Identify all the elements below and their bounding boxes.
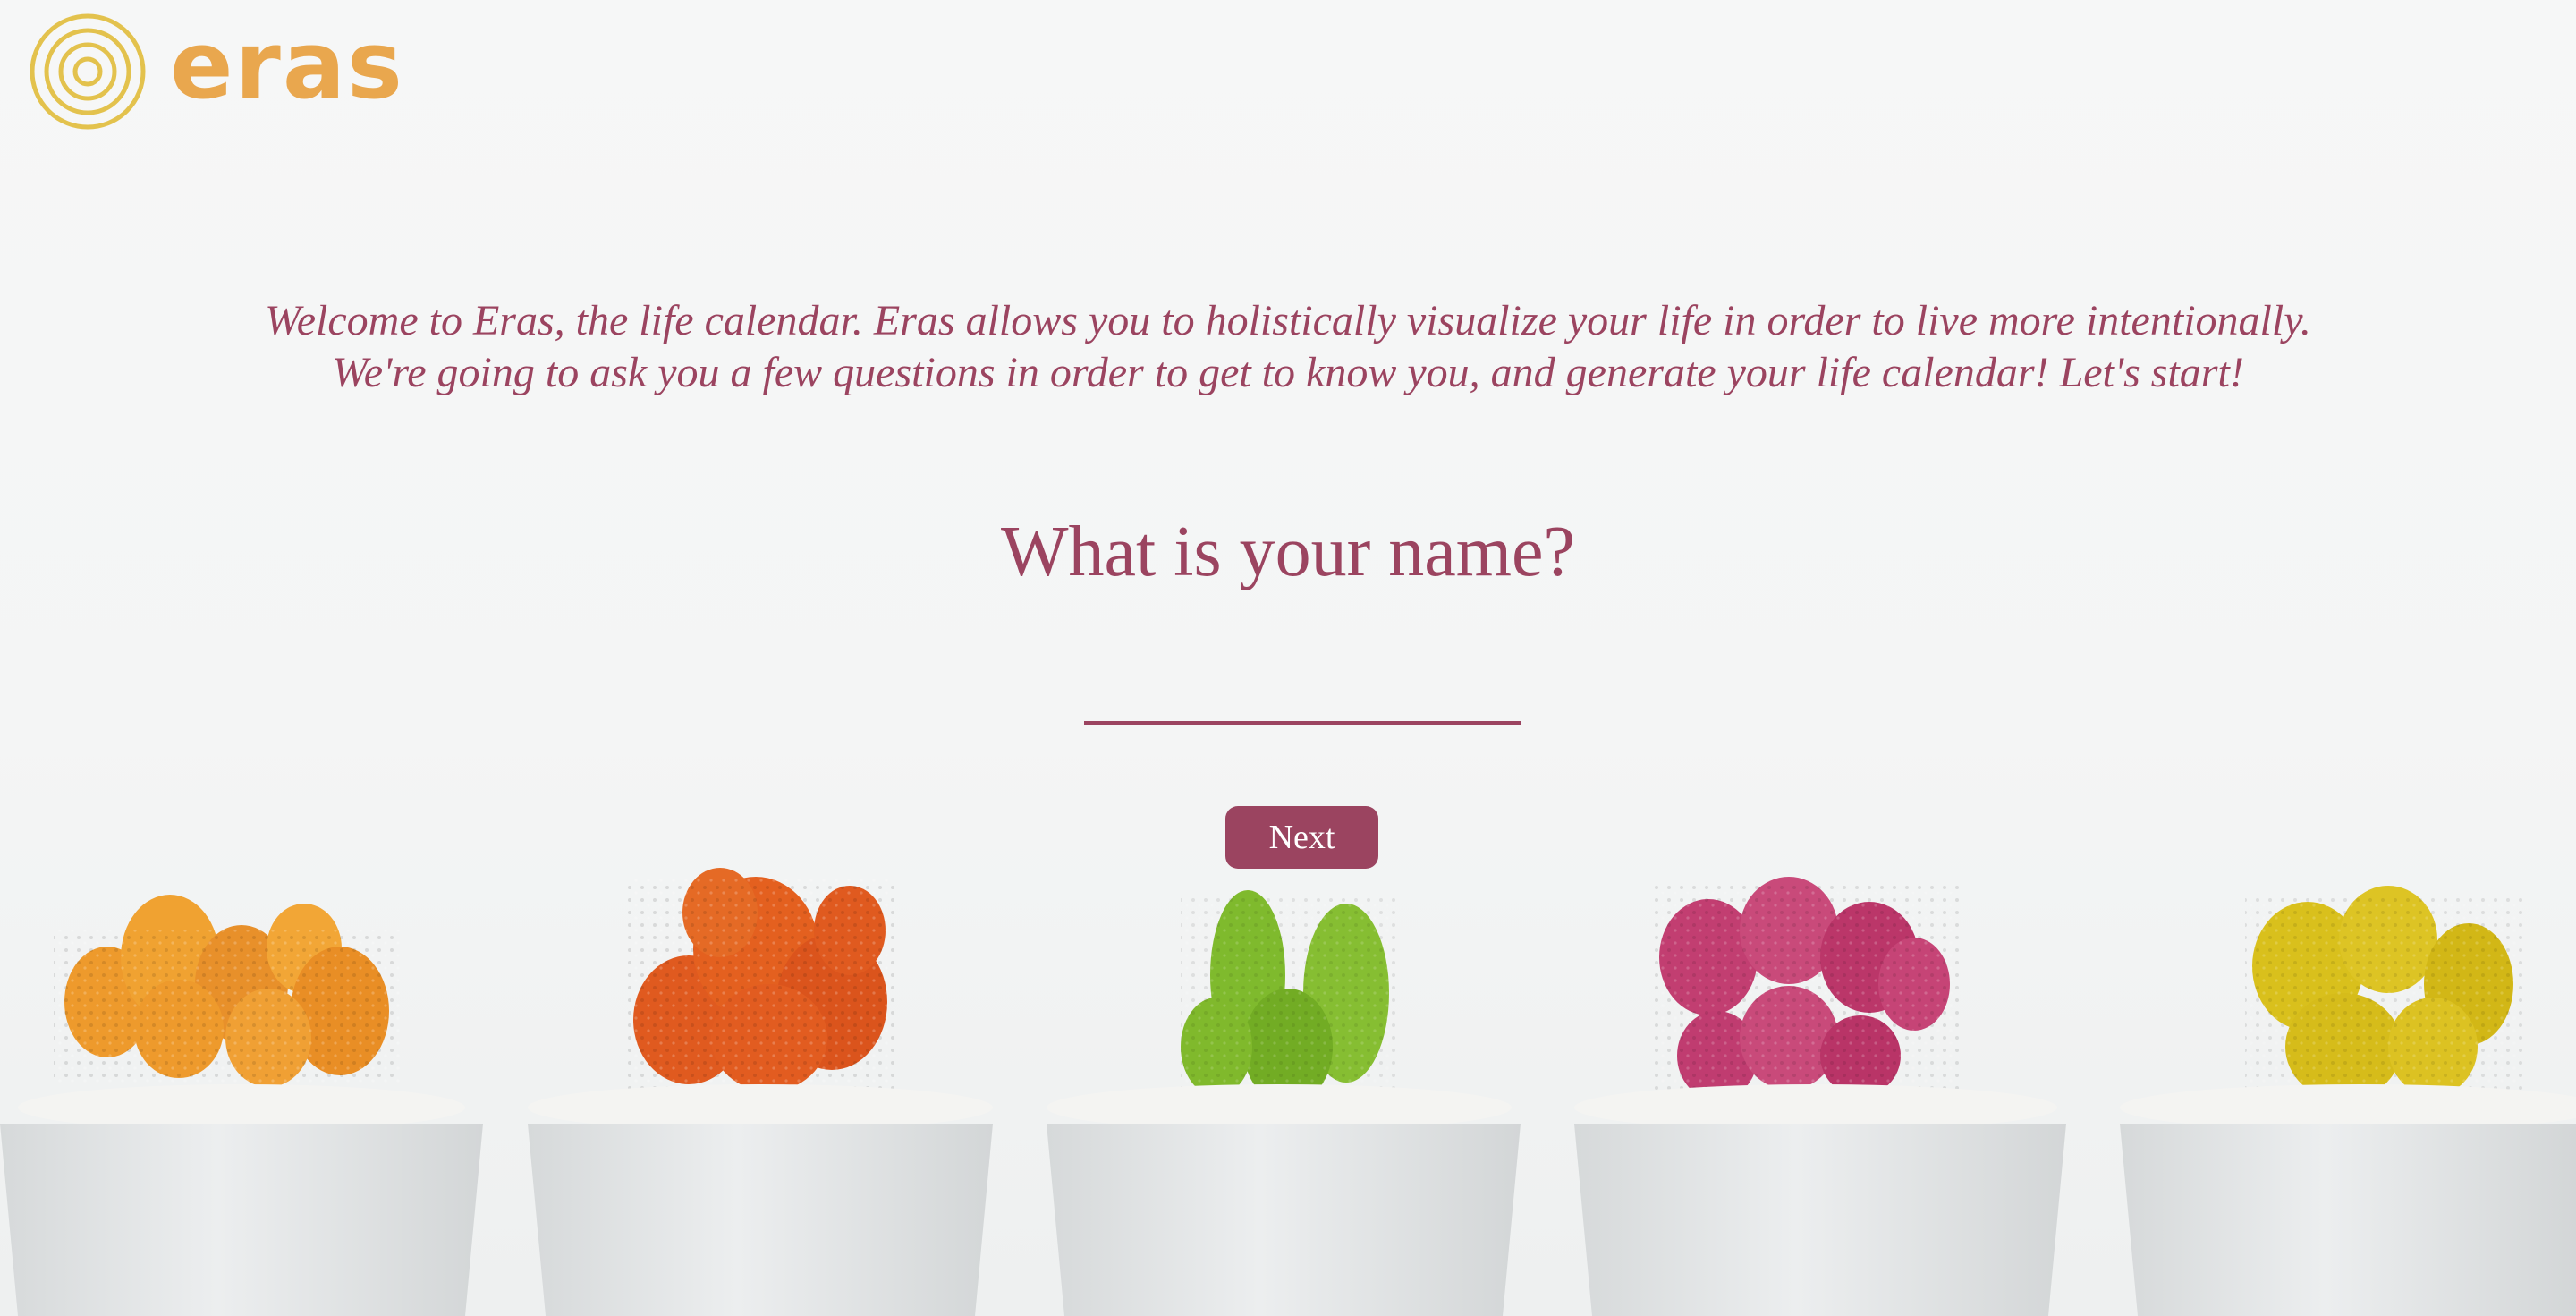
name-question: What is your name? <box>1001 513 1575 591</box>
green-cactus-pot <box>1046 1084 1521 1316</box>
intro-line-1: Welcome to Eras, the life calendar. Eras… <box>265 297 2311 344</box>
yellow-cactus-pot <box>2120 1084 2576 1316</box>
welcome-intro: Welcome to Eras, the life calendar. Eras… <box>0 295 2576 399</box>
red-orange-cactus-icon <box>626 868 894 1091</box>
pink-cactus-pot <box>1574 1084 2066 1316</box>
cactus-pots-background-image <box>0 868 2576 1316</box>
brand-name: eras <box>170 11 404 120</box>
yellow-cactus-icon <box>2245 886 2522 1100</box>
name-input[interactable] <box>1084 662 1521 725</box>
eras-logo[interactable]: eras <box>29 11 404 131</box>
intro-line-2: We're going to ask you a few questions i… <box>332 349 2244 396</box>
orange-cactus-icon <box>54 895 402 1087</box>
concentric-circles-logo-icon <box>30 13 146 130</box>
orange-cactus-pot <box>0 1084 483 1316</box>
green-cactus-icon <box>1181 890 1395 1105</box>
red-orange-cactus-pot <box>528 1084 993 1316</box>
pink-cactus-icon <box>1655 877 1959 1100</box>
